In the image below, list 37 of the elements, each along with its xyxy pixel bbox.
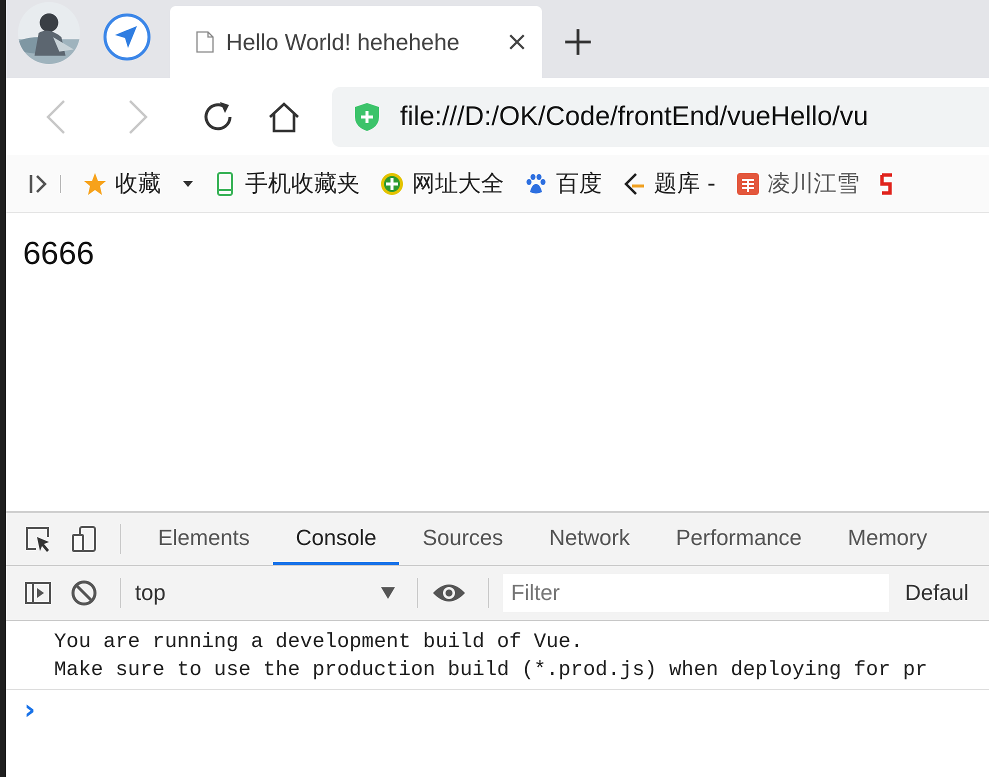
- bookmark-item[interactable]: 题库 -: [622, 168, 716, 199]
- bookmark-item[interactable]: 网址大全: [380, 168, 504, 199]
- address-bar[interactable]: file:///D:/OK/Code/frontEnd/vueHello/vu: [332, 86, 989, 146]
- levels-dropdown[interactable]: Defaul: [905, 580, 969, 606]
- page-text: 6666: [23, 235, 96, 272]
- devtools-tab[interactable]: Performance: [652, 513, 825, 565]
- star-icon: [83, 172, 107, 196]
- console-message: Make sure to use the production build (*.prod.js) when deploying for pr: [54, 658, 928, 684]
- plus-circle-icon: [380, 172, 404, 196]
- bookmark-item[interactable]: 百度: [524, 168, 602, 199]
- new-tab-icon[interactable]: [564, 28, 592, 56]
- caret-icon[interactable]: [381, 587, 395, 599]
- bookmark-item[interactable]: 手机收藏夹: [213, 168, 360, 199]
- bookmark-item[interactable]: 凌川江雪: [736, 168, 860, 199]
- devtools-tab[interactable]: Network: [526, 513, 653, 565]
- filter-field[interactable]: Filter: [503, 574, 889, 612]
- prompt-icon: ›: [24, 693, 36, 726]
- bracket-icon: [622, 172, 646, 196]
- app-icon[interactable]: [880, 172, 892, 196]
- context-dropdown[interactable]: top: [135, 580, 395, 606]
- devtools-tab[interactable]: Sources: [399, 513, 526, 565]
- devtools-tab[interactable]: Memory: [824, 513, 950, 565]
- devtools-tab[interactable]: Elements: [135, 513, 273, 565]
- inspect-icon[interactable]: [24, 525, 52, 553]
- device-toggle-icon[interactable]: [70, 525, 98, 553]
- console-message: You are running a development build of Vue.: [54, 630, 584, 656]
- close-icon[interactable]: [508, 33, 526, 51]
- shield-icon: [354, 102, 380, 132]
- browser-tab[interactable]: Hello World! hehehehe: [170, 6, 542, 78]
- clear-console-icon[interactable]: [70, 579, 98, 607]
- caret-icon[interactable]: [183, 180, 193, 186]
- app-square-icon: [736, 172, 760, 196]
- sidebar-icon[interactable]: [24, 579, 52, 607]
- paw-icon: [524, 172, 548, 196]
- eye-icon[interactable]: [432, 582, 466, 604]
- bookmark-item[interactable]: 收藏: [83, 168, 193, 199]
- page-icon: [196, 31, 214, 53]
